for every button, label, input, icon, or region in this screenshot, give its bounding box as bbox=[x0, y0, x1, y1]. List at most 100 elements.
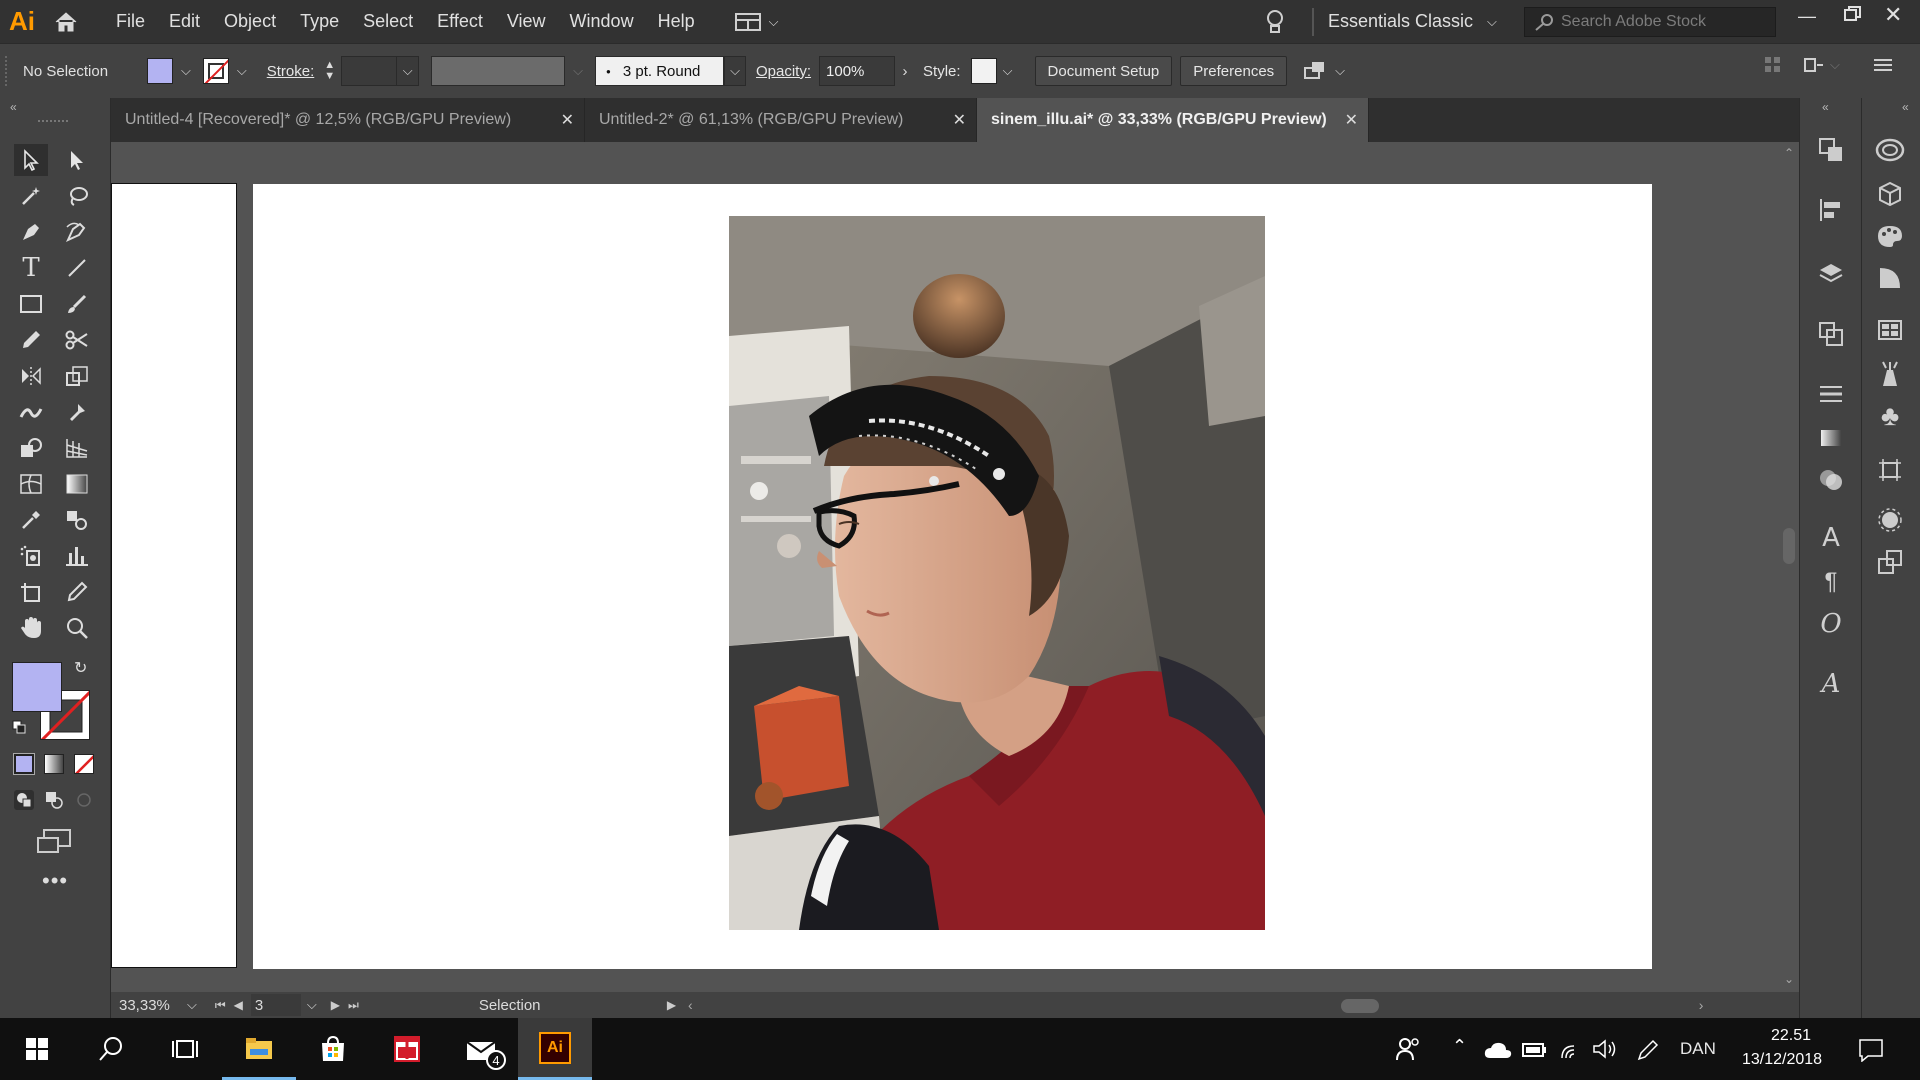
draw-normal-icon[interactable] bbox=[14, 790, 34, 810]
libraries-panel-icon[interactable] bbox=[1872, 134, 1908, 166]
eyedropper-tool-icon[interactable] bbox=[14, 504, 48, 536]
stroke-stepper[interactable]: ▲ ▼ bbox=[324, 60, 335, 82]
stroke-label[interactable]: Stroke: bbox=[267, 63, 315, 80]
scroll-down-icon[interactable]: ⌄ bbox=[1784, 972, 1794, 986]
stroke-dropdown-icon[interactable]: ⌵ bbox=[237, 63, 247, 79]
blend-tool-icon[interactable] bbox=[60, 504, 94, 536]
menu-effect[interactable]: Effect bbox=[425, 0, 495, 43]
scroll-left-icon[interactable]: ‹ bbox=[688, 997, 693, 1013]
menu-select[interactable]: Select bbox=[351, 0, 425, 43]
magic-wand-tool-icon[interactable] bbox=[14, 180, 48, 212]
paragraph-panel-icon[interactable]: ¶ bbox=[1813, 566, 1849, 598]
close-tab-icon[interactable]: ✕ bbox=[1345, 110, 1358, 130]
menu-edit[interactable]: Edit bbox=[157, 0, 212, 43]
collapse-panels-icon[interactable]: « bbox=[1902, 100, 1909, 114]
menu-object[interactable]: Object bbox=[212, 0, 288, 43]
brush-dropdown[interactable]: ⌵ bbox=[724, 56, 746, 86]
edit-toolbar-icon[interactable]: ••• bbox=[42, 868, 68, 894]
close-tab-icon[interactable]: ✕ bbox=[953, 110, 966, 130]
paintbrush-tool-icon[interactable] bbox=[60, 288, 94, 320]
status-menu-icon[interactable]: ▶ bbox=[667, 998, 676, 1012]
style-swatch[interactable] bbox=[970, 58, 997, 84]
profile-dropdown-icon[interactable]: ⌵ bbox=[573, 63, 583, 79]
draw-inside-icon[interactable] bbox=[74, 790, 94, 815]
last-artboard-icon[interactable]: ⏭ bbox=[348, 998, 359, 1013]
task-view-icon[interactable] bbox=[148, 1018, 222, 1080]
artboard-dropdown-icon[interactable]: ⌵ bbox=[307, 997, 317, 1013]
color-guide-panel-icon[interactable] bbox=[1872, 262, 1908, 294]
brushes-panel-icon[interactable] bbox=[1872, 358, 1908, 390]
rectangle-tool-icon[interactable] bbox=[14, 288, 48, 320]
stroke-swatch[interactable] bbox=[202, 58, 229, 84]
gift-app-icon[interactable] bbox=[370, 1018, 444, 1080]
gradient-mode-button[interactable] bbox=[44, 754, 64, 774]
home-icon[interactable] bbox=[44, 0, 88, 43]
menu-window[interactable]: Window bbox=[558, 0, 646, 43]
preferences-button[interactable]: Preferences bbox=[1180, 56, 1288, 86]
expand-panels-icon[interactable]: « bbox=[1822, 100, 1829, 114]
action-center-icon[interactable] bbox=[1858, 1038, 1884, 1067]
change-screen-mode-icon[interactable] bbox=[36, 828, 72, 861]
tab-untitled-4[interactable]: Untitled-4 [Recovered]* @ 12,5% (RGB/GPU… bbox=[111, 98, 585, 142]
scissors-tool-icon[interactable] bbox=[60, 324, 94, 356]
variable-width-profile[interactable] bbox=[431, 56, 566, 86]
glyphs-panel-icon[interactable]: A bbox=[1813, 668, 1849, 700]
battery-icon[interactable] bbox=[1522, 1042, 1548, 1063]
type-tool-icon[interactable]: T bbox=[14, 252, 48, 284]
menu-file[interactable]: File bbox=[104, 0, 157, 43]
transform-panel-icon[interactable] bbox=[1813, 134, 1849, 166]
stroke-weight-dropdown[interactable]: ⌵ bbox=[397, 56, 420, 86]
pen-workspace-icon[interactable] bbox=[1636, 1038, 1660, 1067]
draw-behind-icon[interactable] bbox=[44, 790, 64, 815]
curvature-tool-icon[interactable] bbox=[60, 216, 94, 248]
direct-selection-tool-icon[interactable] bbox=[60, 144, 94, 176]
zoom-tool-icon[interactable] bbox=[60, 612, 94, 644]
pen-tool-icon[interactable] bbox=[14, 216, 48, 248]
stroke-weight-field[interactable] bbox=[341, 56, 398, 86]
scroll-thumb-vertical[interactable] bbox=[1783, 528, 1795, 564]
search-input[interactable]: Search Adobe Stock bbox=[1561, 13, 1706, 31]
stock-search[interactable]: Search Adobe Stock bbox=[1524, 7, 1776, 37]
horizontal-scrollbar[interactable] bbox=[701, 995, 1691, 1015]
artboards-panel-icon[interactable] bbox=[1872, 454, 1908, 486]
collapse-toolbar-icon[interactable]: « bbox=[10, 100, 17, 114]
default-colors-icon[interactable] bbox=[12, 720, 26, 739]
line-segment-tool-icon[interactable] bbox=[60, 252, 94, 284]
color-panel-icon[interactable] bbox=[1872, 220, 1908, 252]
volume-icon[interactable] bbox=[1592, 1038, 1618, 1065]
zoom-field[interactable]: 33,33% bbox=[117, 994, 181, 1016]
symbols-panel-icon[interactable]: ♣ bbox=[1872, 400, 1908, 432]
canvas-area[interactable]: ⌃ ⌄ bbox=[111, 142, 1799, 992]
input-language[interactable]: DAN bbox=[1680, 1039, 1716, 1059]
close-tab-icon[interactable]: ✕ bbox=[561, 110, 574, 130]
people-icon[interactable] bbox=[1395, 1036, 1421, 1067]
clock[interactable]: 22.51 13/12/2018 bbox=[1736, 1024, 1828, 1072]
tab-sinem-illu[interactable]: sinem_illu.ai* @ 33,33% (RGB/GPU Preview… bbox=[977, 98, 1369, 142]
opacity-arrow-icon[interactable]: › bbox=[895, 56, 915, 86]
hand-tool-icon[interactable] bbox=[14, 612, 48, 644]
illustrator-taskbar-icon[interactable]: Ai bbox=[518, 1018, 592, 1080]
file-explorer-icon[interactable] bbox=[222, 1018, 296, 1080]
hidden-icons-chevron[interactable]: ⌃ bbox=[1452, 1036, 1467, 1057]
column-graph-tool-icon[interactable] bbox=[60, 540, 94, 572]
swap-fill-stroke-icon[interactable]: ↻ bbox=[74, 658, 87, 678]
artboard-tool-icon[interactable] bbox=[14, 576, 48, 608]
scale-tool-icon[interactable] bbox=[60, 360, 94, 392]
transparency-panel-icon[interactable] bbox=[1813, 464, 1849, 496]
swatches-panel-icon[interactable] bbox=[1872, 314, 1908, 346]
layers-panel-icon[interactable] bbox=[1813, 258, 1849, 290]
perspective-grid-tool-icon[interactable] bbox=[60, 432, 94, 464]
style-dropdown[interactable]: ⌵ bbox=[997, 56, 1019, 86]
gradient-tool-icon[interactable] bbox=[60, 468, 94, 500]
scroll-right-icon[interactable]: › bbox=[1699, 997, 1704, 1013]
artboard-main[interactable] bbox=[253, 184, 1652, 969]
menu-type[interactable]: Type bbox=[288, 0, 351, 43]
shape-builder-tool-icon[interactable] bbox=[14, 432, 48, 464]
tab-untitled-2[interactable]: Untitled-2* @ 61,13% (RGB/GPU Preview) ✕ bbox=[585, 98, 977, 142]
placed-photo[interactable] bbox=[729, 216, 1265, 930]
restore-button[interactable] bbox=[1844, 6, 1862, 27]
toolbar-grip[interactable] bbox=[38, 120, 68, 122]
3d-panel-icon[interactable] bbox=[1872, 178, 1908, 210]
reflect-tool-icon[interactable] bbox=[14, 360, 48, 392]
mesh-tool-icon[interactable] bbox=[14, 468, 48, 500]
